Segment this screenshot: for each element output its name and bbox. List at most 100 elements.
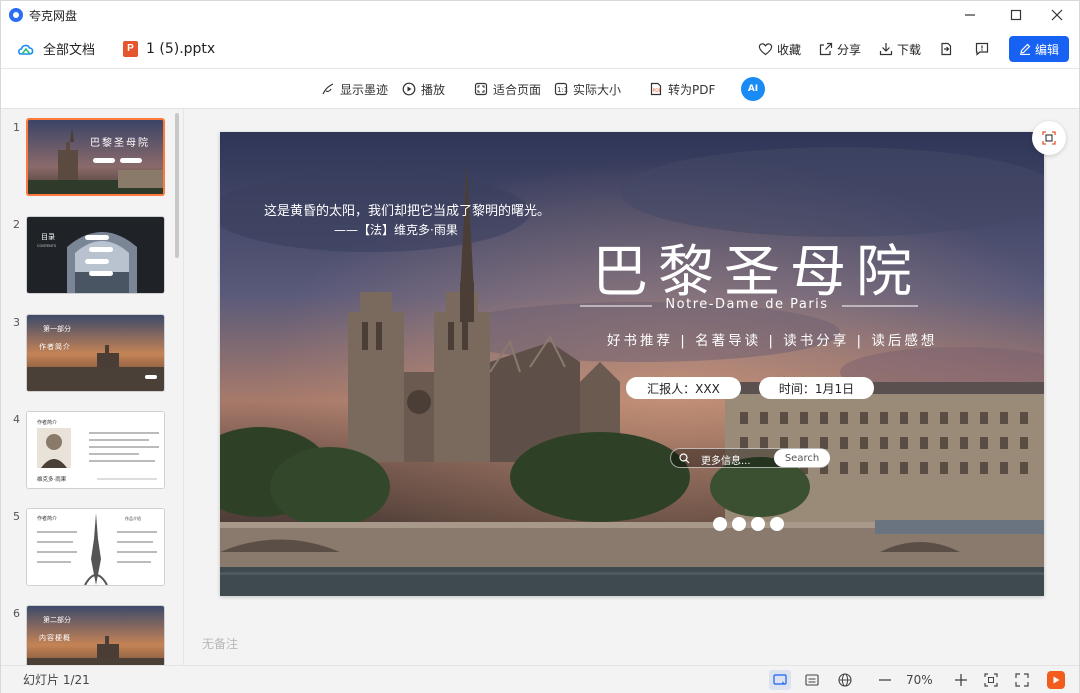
fit-page-icon xyxy=(474,82,488,96)
actual-size-button[interactable]: 1:1 实际大小 xyxy=(554,69,621,109)
thumb-2-sub: CONTENTS xyxy=(37,244,57,248)
thumbnail-panel: 1 巴黎圣母院 2 目录 CONTENTS 3 第一部分 作者简介 4 作者简介… xyxy=(1,109,184,665)
thumb-number: 2 xyxy=(13,218,20,231)
svg-text:1:1: 1:1 xyxy=(557,86,568,94)
slide-search-box: 更多信息... Search xyxy=(670,448,830,468)
search-icon xyxy=(679,453,690,464)
to-pdf-button[interactable]: PDF 转为PDF xyxy=(649,69,715,109)
thumb-number: 4 xyxy=(13,413,20,426)
title-bar: 夸克网盘 xyxy=(1,1,1079,29)
fullscreen-icon xyxy=(1015,673,1029,687)
pdf-icon: PDF xyxy=(650,82,662,96)
scan-icon xyxy=(1042,131,1056,145)
thumbnail-scrollbar[interactable] xyxy=(175,113,179,258)
search-placeholder: 更多信息... xyxy=(701,456,751,467)
slide-title: 巴黎圣母院 xyxy=(592,240,922,305)
share-label: 分享 xyxy=(836,42,861,57)
fit-page-button[interactable]: 适合页面 xyxy=(474,69,541,109)
to-pdf-label: 转为PDF xyxy=(668,82,716,97)
thumb-5-title: 作者简介 xyxy=(37,515,57,522)
normal-view-button[interactable] xyxy=(769,670,791,690)
thumb-6-title: 第二部分 xyxy=(43,615,71,624)
thumb-6-sub: 内容梗概 xyxy=(39,633,71,642)
slide-viewport: 这是黄昏的太阳，我们却把它当成了黎明的曙光。 ——【法】维克多·雨果 巴黎圣母院… xyxy=(185,109,1079,665)
ai-assistant-button[interactable]: AI xyxy=(741,69,765,109)
maximize-button[interactable] xyxy=(993,1,1039,29)
fit-page-label: 适合页面 xyxy=(493,82,542,97)
thumbnail-slide-1[interactable]: 巴黎圣母院 xyxy=(26,118,165,196)
play-label: 播放 xyxy=(421,82,446,97)
slide-counter: 幻灯片 1/21 xyxy=(23,673,90,687)
slide-social-icons xyxy=(713,517,784,531)
thumbnail-5-image: 作者简介 作品介绍 xyxy=(27,509,164,585)
thumb-number: 1 xyxy=(13,121,20,134)
thumbnail-1-image: 巴黎圣母院 xyxy=(28,120,163,194)
slideshow-play-button[interactable] xyxy=(1047,671,1065,689)
thumbnail-slide-4[interactable]: 作者简介 维克多·雨果 xyxy=(26,411,165,489)
zoom-out-button[interactable] xyxy=(874,670,896,690)
edit-label: 编辑 xyxy=(1034,42,1059,57)
thumb-number: 3 xyxy=(13,316,20,329)
svg-text:巴黎圣母院: 巴黎圣母院 xyxy=(90,136,150,149)
plus-icon xyxy=(955,674,967,686)
thumbnail-slide-2[interactable]: 目录 CONTENTS xyxy=(26,216,165,294)
notes-view-button[interactable] xyxy=(801,670,823,690)
download-button[interactable]: 下载 xyxy=(879,41,921,58)
thumb-number: 6 xyxy=(13,607,20,620)
time-pill: 时间：1月1日 xyxy=(759,377,874,399)
notes-placeholder[interactable]: 无备注 xyxy=(202,635,238,652)
toolbar: 显示墨迹 播放 适合页面 1:1 实际大小 PDF 转为PDF AI xyxy=(1,69,1079,109)
play-button[interactable]: 播放 xyxy=(402,69,445,109)
save-to-drive-button[interactable] xyxy=(939,42,957,56)
screenshot-tool-button[interactable] xyxy=(1032,121,1066,155)
thumbnail-slide-5[interactable]: 作者简介 作品介绍 xyxy=(26,508,165,586)
actual-size-icon: 1:1 xyxy=(554,82,568,96)
close-button[interactable] xyxy=(1034,1,1080,29)
minus-icon xyxy=(879,679,891,681)
thumbnail-4-image: 作者简介 维克多·雨果 xyxy=(27,412,164,488)
show-ink-button[interactable]: 显示墨迹 xyxy=(321,69,388,109)
fit-window-button[interactable] xyxy=(980,670,1002,690)
svg-text:PDF: PDF xyxy=(653,88,662,94)
thumbnail-2-image: 目录 CONTENTS xyxy=(27,217,164,293)
actual-size-label: 实际大小 xyxy=(573,82,622,97)
slide-search-button: Search xyxy=(774,449,830,467)
share-circle-icon xyxy=(770,517,784,531)
download-icon xyxy=(879,43,893,56)
feedback-icon xyxy=(975,42,989,56)
share-button[interactable]: 分享 xyxy=(819,41,861,58)
download-label: 下载 xyxy=(896,42,921,57)
language-button[interactable] xyxy=(834,670,856,690)
ppt-file-icon: P xyxy=(123,40,139,57)
pencil-icon xyxy=(1019,43,1031,55)
globe-icon xyxy=(838,673,852,687)
thumb-3-sub: 作者简介 xyxy=(39,342,71,351)
reporter-pill: 汇报人：XXX xyxy=(626,377,741,399)
favorite-button[interactable]: 收藏 xyxy=(758,41,801,58)
thumbnail-6-image: 第二部分 内容梗概 xyxy=(27,606,164,665)
play-circle-icon xyxy=(402,82,416,96)
cloud-icon[interactable] xyxy=(17,42,35,56)
fit-window-icon xyxy=(984,673,998,687)
notes-icon xyxy=(805,674,819,686)
thumb-4-name: 维克多·雨果 xyxy=(37,475,67,483)
ink-pen-icon xyxy=(322,83,334,95)
all-docs-link[interactable]: 全部文档 xyxy=(43,39,95,58)
thumbnail-3-image: 第一部分 作者简介 xyxy=(27,315,164,391)
feedback-button[interactable] xyxy=(975,42,993,56)
qq-icon xyxy=(751,517,765,531)
header-bar: 全部文档 P 1 (5).pptx 收藏 分享 下载 编辑 xyxy=(1,29,1079,69)
save-icon xyxy=(941,42,952,56)
thumb-number: 5 xyxy=(13,510,20,523)
edit-button[interactable]: 编辑 xyxy=(1009,36,1069,62)
app-window: 夸克网盘 全部文档 P 1 (5).pptx 收藏 分享 下载 编辑 显示墨迹 … xyxy=(0,0,1080,693)
minimize-button[interactable] xyxy=(947,1,993,29)
slide-quote: 这是黄昏的太阳，我们却把它当成了黎明的曙光。 xyxy=(264,204,551,219)
app-logo-icon xyxy=(9,8,23,22)
thumbnail-slide-6[interactable]: 第二部分 内容梗概 xyxy=(26,605,165,665)
zoom-in-button[interactable] xyxy=(950,670,972,690)
thumb-2-title: 目录 xyxy=(41,233,55,241)
fullscreen-button[interactable] xyxy=(1011,670,1033,690)
thumbnail-slide-3[interactable]: 第一部分 作者简介 xyxy=(26,314,165,392)
zoom-level: 70% xyxy=(906,673,933,687)
